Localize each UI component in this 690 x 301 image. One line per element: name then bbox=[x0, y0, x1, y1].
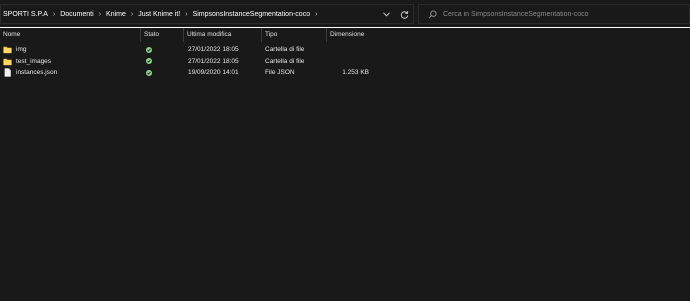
search-box[interactable] bbox=[418, 4, 690, 24]
folder-icon bbox=[3, 57, 12, 66]
file-name: test_images bbox=[16, 57, 52, 65]
breadcrumb-item-documenti[interactable]: Documenti bbox=[58, 11, 95, 18]
file-row-test-images[interactable]: test_images 27/01/2022 18:05 Cartella di… bbox=[0, 56, 690, 68]
file-type: Cartella di file bbox=[265, 46, 305, 53]
sync-status bbox=[141, 56, 184, 68]
address-bar[interactable]: SPORTI S.P.A › Documenti › Knime › Just … bbox=[0, 4, 414, 24]
search-icon bbox=[427, 9, 437, 19]
file-name: instances.json bbox=[16, 69, 58, 76]
chevron-right-icon[interactable]: › bbox=[182, 11, 190, 18]
breadcrumb: SPORTI S.P.A › Documenti › Knime › Just … bbox=[1, 5, 377, 23]
chevron-right-icon[interactable]: › bbox=[96, 11, 104, 18]
file-row-instances-json[interactable]: instances.json 19/09/2020 14:01 File JSO… bbox=[0, 67, 690, 79]
breadcrumb-item-sporti[interactable]: SPORTI S.P.A bbox=[1, 11, 50, 18]
column-header-size[interactable]: Dimensione bbox=[327, 28, 371, 42]
modified-date: 27/01/2022 18:05 bbox=[188, 46, 239, 53]
file-type: File JSON bbox=[265, 69, 295, 76]
file-name-cell: instances.json bbox=[0, 67, 141, 79]
history-dropdown-icon[interactable] bbox=[377, 5, 395, 23]
sync-ok-icon bbox=[146, 69, 152, 76]
file-row-img[interactable]: img 27/01/2022 18:05 Cartella di file bbox=[0, 44, 690, 56]
chevron-right-icon[interactable]: › bbox=[312, 11, 320, 18]
sync-status bbox=[141, 67, 184, 79]
breadcrumb-item-knime[interactable]: Knime bbox=[104, 11, 128, 18]
modified-date: 27/01/2022 18:05 bbox=[188, 57, 239, 65]
column-header-type[interactable]: Tipo bbox=[262, 28, 327, 42]
refresh-icon[interactable] bbox=[395, 5, 413, 23]
file-icon bbox=[3, 68, 12, 78]
file-type: Cartella di file bbox=[265, 57, 305, 65]
file-name: img bbox=[16, 46, 27, 53]
folder-icon bbox=[3, 45, 12, 54]
sync-status bbox=[141, 44, 184, 56]
column-header-modified[interactable]: Ultima modifica bbox=[184, 28, 262, 42]
file-list: img 27/01/2022 18:05 Cartella di file te… bbox=[0, 44, 690, 79]
modified-date: 19/09/2020 14:01 bbox=[188, 69, 239, 76]
file-size bbox=[327, 56, 371, 68]
file-size bbox=[327, 44, 371, 56]
sync-ok-icon bbox=[146, 58, 152, 65]
sync-ok-icon bbox=[146, 46, 152, 53]
column-header-state[interactable]: Stato bbox=[141, 28, 184, 42]
column-header-name[interactable]: Nome bbox=[0, 28, 141, 42]
breadcrumb-item-just-knime-it[interactable]: Just Knime it! bbox=[136, 11, 182, 18]
file-name-cell: test_images bbox=[0, 56, 141, 68]
file-size: 1.253 KB bbox=[342, 69, 369, 76]
chevron-right-icon[interactable]: › bbox=[50, 11, 58, 18]
search-input[interactable] bbox=[443, 10, 683, 18]
column-headers: Nome Stato Ultima modifica Tipo Dimensio… bbox=[0, 28, 690, 42]
breadcrumb-item-current-folder[interactable]: SimpsonsInstanceSegmentation-coco bbox=[191, 11, 313, 18]
file-name-cell: img bbox=[0, 44, 141, 56]
chevron-right-icon[interactable]: › bbox=[128, 11, 136, 18]
